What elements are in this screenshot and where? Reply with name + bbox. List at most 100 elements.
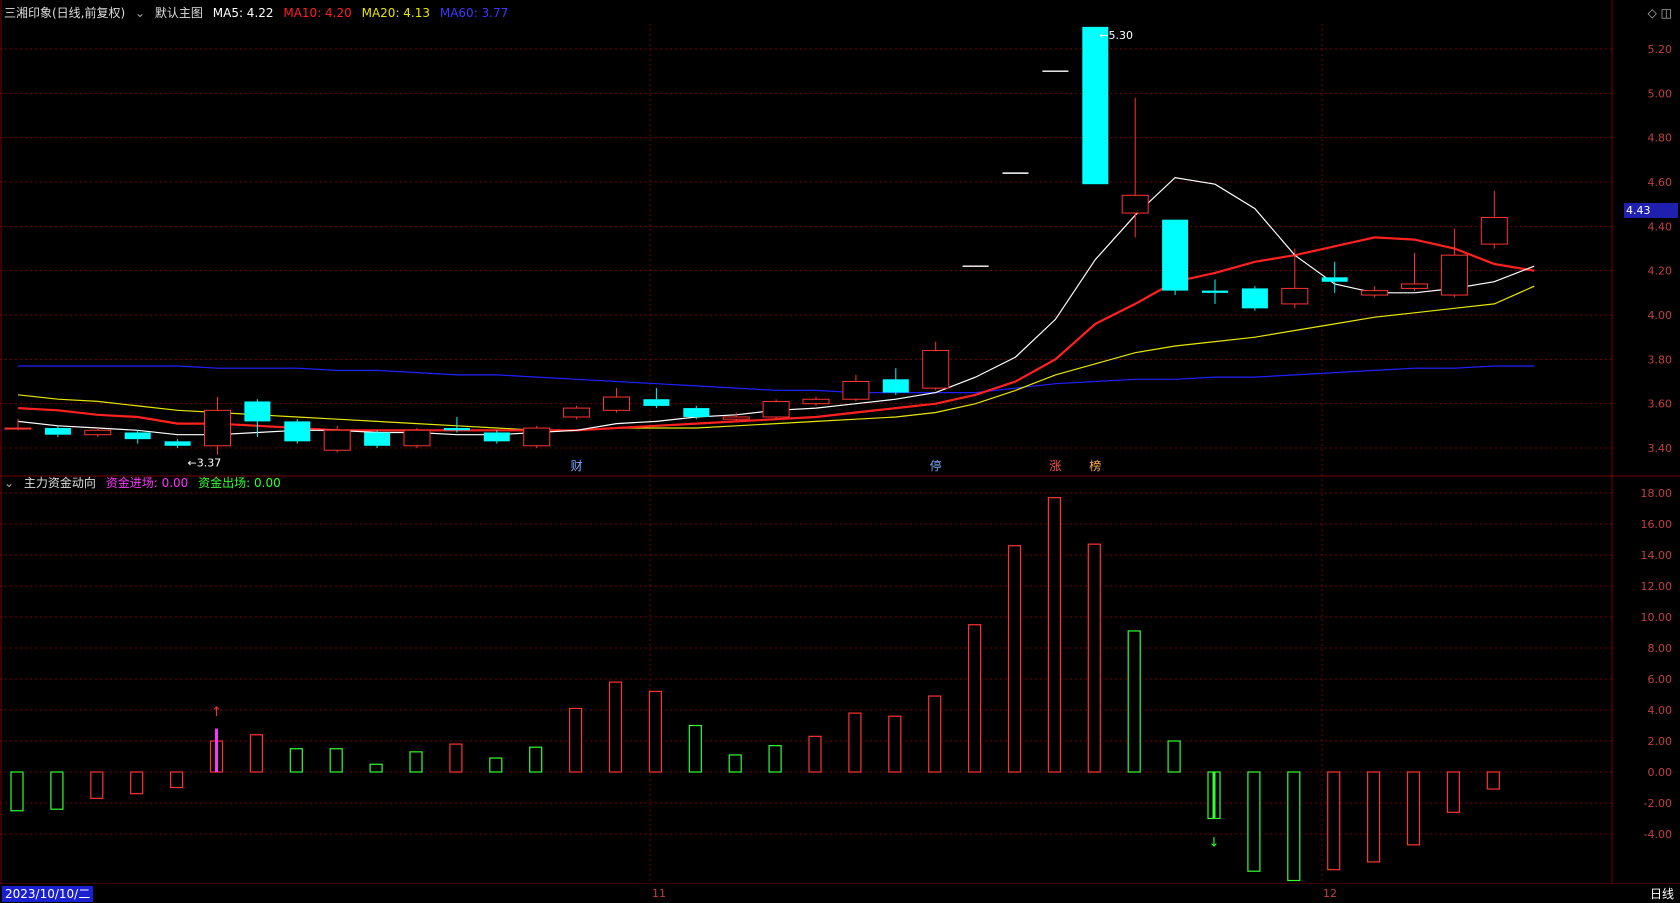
candle <box>364 432 391 446</box>
ma60-label: MA60: 3.77 <box>439 6 509 20</box>
fund-tick-label: -4.00 <box>1644 828 1672 841</box>
fund-bar <box>1486 771 1500 790</box>
fund-bar <box>848 712 862 773</box>
main-chart-name[interactable]: 默认主图 <box>155 6 203 20</box>
period-label[interactable]: 日线 <box>1650 886 1674 902</box>
candle <box>1241 288 1268 309</box>
chart-canvas[interactable]: 5.20 5.00 4.80 4.60 4.40 4.20 4.00 3.80 3.60 3.40… <box>0 0 1680 903</box>
indicator-chevron-icon[interactable]: ⌄ <box>4 476 14 490</box>
price-tick-label: 4.60 <box>1648 176 1673 189</box>
candle <box>1162 219 1189 291</box>
fund-bar <box>608 681 623 773</box>
candle <box>603 396 630 411</box>
price-tick-label: 3.80 <box>1648 353 1673 366</box>
fund-tick-label: -2.00 <box>1644 797 1672 810</box>
ma5-label: MA5: 4.22 <box>212 6 274 20</box>
price-tick-label: 3.40 <box>1648 442 1673 455</box>
fund-bar <box>568 707 583 773</box>
fund-bar <box>967 624 982 773</box>
fund-tick-label: 14.00 <box>1641 549 1673 562</box>
candle <box>244 401 271 422</box>
event-marker: 榜 <box>1089 458 1101 473</box>
stock-name[interactable]: 三湘印象(日线,前复权) <box>4 6 125 20</box>
fund-bar <box>888 715 902 773</box>
ma5-line <box>17 176 1535 436</box>
chart-type-chevron-icon[interactable]: ⌄ <box>135 6 145 20</box>
candle <box>563 407 591 418</box>
fund-bar <box>369 763 383 773</box>
candle <box>643 399 670 406</box>
candle <box>1321 277 1348 282</box>
fund-tick-label: 2.00 <box>1648 735 1673 748</box>
down-arrow-icon: ↓ <box>1209 835 1220 850</box>
fund-bar <box>409 751 423 773</box>
fund-bar <box>1247 771 1261 872</box>
fund-tick-label: 8.00 <box>1648 642 1673 655</box>
candle <box>683 408 710 417</box>
fund-bar <box>768 745 782 773</box>
fund-tick-label: 0.00 <box>1648 766 1673 779</box>
fund-tick-label: 12.00 <box>1641 580 1673 593</box>
month-label-11: 11 <box>652 887 666 900</box>
fund-bar <box>289 748 303 773</box>
fund-bar <box>1327 771 1341 871</box>
sub-chart-header: ⌄ 主力资金动向 资金进场: 0.00 资金出场: 0.00 <box>4 476 287 490</box>
fund-bar <box>648 690 663 773</box>
ma60-line <box>18 365 1535 394</box>
price-tick-label: 4.20 <box>1648 265 1673 278</box>
price-axis: 5.20 5.00 4.80 4.60 4.40 4.20 4.00 3.80 3.60 3.40 <box>1648 43 1673 455</box>
candle <box>802 398 830 405</box>
candle <box>1121 194 1149 214</box>
fund-bar <box>728 754 742 773</box>
outflow-label: 资金出场: 0.00 <box>198 476 281 490</box>
candle <box>1440 254 1468 296</box>
event-marker: 涨 <box>1049 458 1061 473</box>
fund-bar <box>50 771 64 810</box>
candle <box>882 379 909 393</box>
fund-bar <box>529 746 543 773</box>
up-arrow-icon: ↑ <box>211 705 222 720</box>
time-axis-bar <box>0 884 1680 903</box>
restore-icon[interactable]: ◫ <box>1661 6 1672 20</box>
candle <box>44 428 71 435</box>
indicator-name[interactable]: 主力资金动向 <box>24 476 96 490</box>
date-label: 2023/10/10/二 <box>2 886 94 902</box>
ma20-label: MA20: 4.13 <box>361 6 431 20</box>
event-marker: 停 <box>930 458 942 473</box>
fund-tick-label: 10.00 <box>1641 611 1673 624</box>
candle <box>284 421 311 442</box>
ma-lines <box>17 176 1535 436</box>
price-tick-label: 5.20 <box>1648 43 1673 56</box>
diamond-icon[interactable]: ◇ <box>1648 6 1657 20</box>
candle <box>722 416 750 420</box>
fund-bar <box>688 724 702 773</box>
event-marker: 财 <box>571 459 583 473</box>
fund-tick-label: 4.00 <box>1648 704 1673 717</box>
fund-bar <box>1167 740 1181 773</box>
candle <box>164 441 191 446</box>
ma10-label: MA10: 4.20 <box>283 6 352 20</box>
high-price-label: ←5.30 <box>1099 29 1133 42</box>
price-tick-label: 3.60 <box>1648 398 1673 411</box>
fund-bar <box>1047 497 1062 773</box>
low-price-label: ←3.37 <box>188 457 222 470</box>
candle <box>403 429 431 447</box>
fund-bar <box>1366 771 1381 863</box>
fund-bar <box>90 771 104 799</box>
fund-bar <box>1007 545 1022 773</box>
price-tick-label: 5.00 <box>1648 87 1673 100</box>
price-tick-label: 4.00 <box>1648 309 1673 322</box>
fund-bar <box>1087 543 1101 773</box>
fund-bar <box>808 735 822 773</box>
candle <box>1202 290 1228 293</box>
candle <box>1361 290 1389 296</box>
candle <box>842 381 870 400</box>
fund-bar <box>489 757 503 773</box>
candle <box>1082 26 1109 185</box>
fund-bar <box>1287 771 1301 882</box>
candle <box>204 409 231 447</box>
main-chart-header: 三湘印象(日线,前复权) ⌄ 默认主图 MA5: 4.22 MA10: 4.20… <box>4 6 514 20</box>
fund-bar <box>1446 771 1461 813</box>
price-tick-label: 4.40 <box>1648 220 1673 233</box>
fund-bar <box>10 771 24 812</box>
